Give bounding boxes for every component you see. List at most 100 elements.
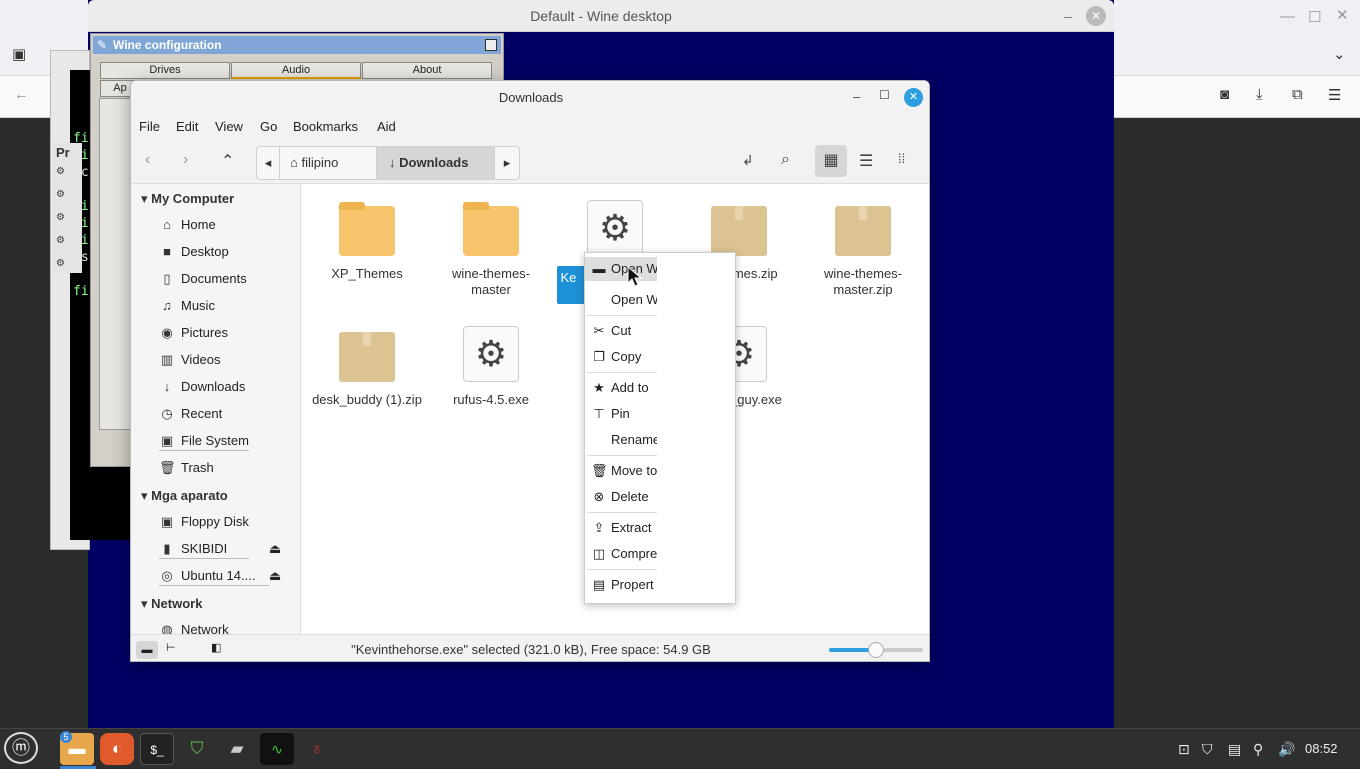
browser-close-icon[interactable]: ✕ [1336, 6, 1349, 24]
menu-view[interactable]: View [215, 119, 243, 134]
breadcrumb-current-label: Downloads [399, 155, 469, 170]
toggle-location-icon[interactable]: ↲ [742, 152, 754, 169]
browser-maximize-icon[interactable]: ☐ [1308, 8, 1321, 26]
wine-config-title: Wine configuration [113, 38, 222, 52]
sidebar-item-videos[interactable]: ▥ Videos [159, 350, 221, 370]
menu-item-add-to-favorites[interactable]: ★ Add to [585, 376, 657, 400]
tray-volume-icon[interactable]: 🔊 [1278, 741, 1295, 758]
mint-menu-icon[interactable]: ⓜ [4, 732, 38, 764]
download-arrow-icon: ↓ [389, 155, 396, 170]
section-title: Network [151, 596, 203, 611]
file-label: wine-themes-master.zip [823, 266, 903, 297]
sidebar-item-pictures[interactable]: ◉ Pictures [159, 323, 228, 343]
tray-clipboard-icon[interactable]: ▤ [1228, 741, 1241, 758]
sidebar-item-desktop[interactable]: ■ Desktop [159, 242, 229, 262]
sidebar-item-documents[interactable]: ▯ Documents [159, 269, 246, 289]
file-label: XP_Themes [331, 266, 403, 281]
eject-icon[interactable]: ⏏ [269, 541, 281, 557]
sidebar-item-downloads[interactable]: ↓ Downloads [159, 377, 246, 397]
tab-about[interactable]: About [362, 62, 492, 79]
tray-keyboard-icon[interactable]: ⊡ [1178, 741, 1190, 758]
taskbar-system-monitor-icon[interactable]: ∿ [260, 733, 294, 765]
menu-bookmarks[interactable]: Bookmarks [293, 119, 358, 134]
sidebar-section-devices[interactable]: ▾ Mga aparato [141, 488, 228, 504]
menu-item-extract[interactable]: ⇪ Extract [585, 516, 657, 540]
menu-item-open-with[interactable]: ▬ Open W [585, 257, 657, 281]
sidebar-item-trash[interactable]: 🗑 Trash [159, 458, 214, 478]
file-item[interactable]: ⚙ rufus-4.5.exe [436, 326, 546, 408]
file-item[interactable]: XP_Themes [312, 202, 422, 282]
sidebar-item-floppy[interactable]: ▣ Floppy Disk [159, 512, 249, 532]
breadcrumb-current[interactable]: ↓ Downloads [376, 146, 495, 180]
menu-file[interactable]: File [139, 119, 160, 134]
taskbar-terminal-icon[interactable]: $_ [140, 733, 174, 765]
tab-list-icon[interactable]: ▣ [12, 45, 26, 63]
up-icon[interactable]: ⌃ [221, 151, 234, 171]
file-item[interactable]: wine-themes-master.zip [808, 206, 918, 298]
film-icon: ▥ [160, 352, 174, 367]
breadcrumb-right-button[interactable]: ▸ [494, 146, 520, 180]
breadcrumb-left-button[interactable]: ◂ [256, 146, 280, 180]
list-view-icon[interactable]: ☰ [859, 151, 873, 171]
fm-toolbar: ‹ › ⌃ ◂ ⌂ filipino ↓ Downloads ▸ ↲ ⌕ ▦ ☰… [131, 140, 929, 184]
extensions-icon[interactable]: ⧉ [1292, 86, 1303, 103]
tab-audio[interactable]: Audio [231, 62, 361, 79]
search-icon[interactable]: ⌕ [781, 151, 790, 169]
desktop-icon: ■ [163, 244, 171, 259]
menu-go[interactable]: Go [260, 119, 277, 134]
menu-item-pin[interactable]: ⊤ Pin [585, 402, 657, 426]
wine-close-icon[interactable]: ✕ [1086, 6, 1106, 26]
pocket-icon[interactable]: ◙ [1220, 86, 1229, 103]
icon-view-icon[interactable]: ▦ [815, 145, 847, 177]
menu-help[interactable]: Aid [377, 119, 396, 134]
breadcrumb-home[interactable]: ⌂ filipino [279, 146, 377, 180]
menu-item-copy[interactable]: ❐ Copy [585, 345, 657, 369]
back-icon[interactable]: ‹ [145, 151, 150, 169]
sidebar-item-recent[interactable]: ◷ Recent [159, 404, 222, 424]
taskbar-usb-icon[interactable]: ▰ [220, 733, 254, 765]
file-manager-window: Downloads – ☐ ✕ File Edit View Go Bookma… [130, 80, 930, 662]
menu-item-rename[interactable]: Rename [585, 428, 657, 452]
tray-shield-icon[interactable]: ⛉ [1202, 741, 1213, 758]
fm-close-icon[interactable]: ✕ [904, 88, 923, 107]
taskbar-wine-icon[interactable]: ♁ [300, 733, 334, 765]
zoom-slider[interactable] [829, 642, 923, 658]
file-item[interactable]: desk_buddy (1).zip [312, 332, 422, 408]
fm-maximize-icon[interactable]: ☐ [879, 88, 890, 102]
pin-icon: ⊤ [593, 406, 605, 421]
forward-icon[interactable]: › [183, 151, 188, 169]
zoom-slider-handle[interactable] [868, 642, 884, 658]
sidebar-item-music[interactable]: ♫ Music [159, 296, 215, 316]
sidebar-label: Trash [181, 460, 214, 475]
back-arrow-icon[interactable]: ← [14, 86, 29, 103]
sidebar-item-file-system[interactable]: ▣ File System [159, 431, 249, 451]
sidebar-section-network[interactable]: ▾ Network [141, 596, 202, 612]
menu-item-properties[interactable]: ▤ Propert [585, 573, 657, 597]
menu-edit[interactable]: Edit [176, 119, 198, 134]
wine-config-maximize-icon[interactable] [485, 39, 497, 51]
menu-item-delete[interactable]: ⊗ Delete [585, 485, 657, 509]
tray-network-icon[interactable]: ⚲ [1253, 741, 1263, 758]
sidebar-item-skibidi[interactable]: ▮ SKIBIDI [159, 539, 249, 559]
browser-minimize-icon[interactable]: — [1280, 8, 1295, 25]
sidebar-item-ubuntu[interactable]: ◎ Ubuntu 14.... [159, 566, 269, 586]
fm-minimize-icon[interactable]: – [853, 89, 860, 104]
tab-drives[interactable]: Drives [100, 62, 230, 79]
clock[interactable]: 08:52 [1305, 741, 1338, 756]
menu-item-move-to-trash[interactable]: 🗑 Move to [585, 459, 657, 483]
taskbar-shield-icon[interactable]: ⛉ [180, 733, 214, 765]
chevron-down-icon[interactable]: ⌄ [1333, 45, 1346, 63]
menu-item-compress[interactable]: ◫ Compre [585, 542, 657, 566]
download-icon[interactable]: ⤓ [1256, 86, 1263, 103]
wine-minimize-icon[interactable]: – [1058, 6, 1078, 26]
taskbar-firefox-icon[interactable]: ◐ [100, 733, 134, 765]
sidebar-section-my-computer[interactable]: ▾ My Computer [141, 191, 234, 207]
menu-item-open-with-other[interactable]: Open W [585, 288, 657, 312]
eject-icon[interactable]: ⏏ [269, 568, 281, 584]
compact-view-icon[interactable]: ⁞⁞ [898, 151, 905, 166]
file-item[interactable]: wine-themes-master [436, 202, 546, 298]
menu-item-cut[interactable]: ✂ Cut [585, 319, 657, 343]
menu-icon[interactable]: ☰ [1328, 86, 1341, 104]
sidebar-item-home[interactable]: ⌂ Home [159, 215, 216, 235]
sidebar-label: Recent [181, 406, 223, 421]
